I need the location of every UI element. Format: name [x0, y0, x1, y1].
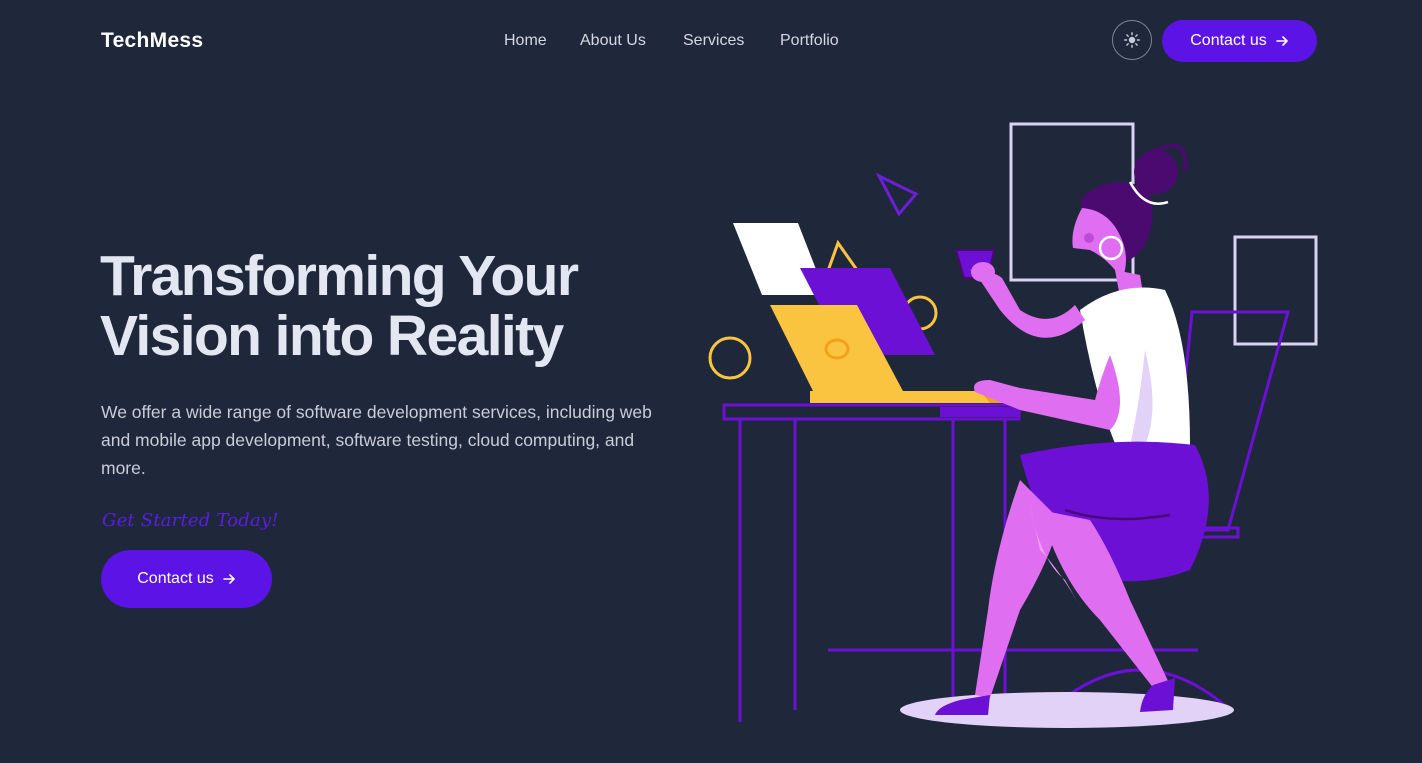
- triangle-outline: [875, 172, 919, 217]
- nav-portfolio[interactable]: Portfolio: [780, 31, 839, 51]
- nav-services[interactable]: Services: [683, 31, 744, 51]
- header-contact-button[interactable]: Contact us: [1162, 20, 1317, 62]
- brand-logo[interactable]: TechMess: [101, 29, 203, 53]
- arrow-right-icon: [222, 572, 236, 586]
- hero-description: We offer a wide range of software develo…: [101, 402, 652, 478]
- nav-about-us[interactable]: About Us: [580, 31, 646, 51]
- nav-home[interactable]: Home: [504, 31, 547, 51]
- arrow-right-icon: [1275, 34, 1289, 48]
- hero-title: Transforming Your Vision into Reality: [100, 246, 660, 366]
- hero-tagline: Get Started Today!: [102, 510, 279, 531]
- header-contact-label: Contact us: [1190, 32, 1267, 49]
- hero-title-line-2: Vision into Reality: [100, 304, 564, 368]
- hero-illustration: [690, 110, 1340, 740]
- hero-title-line-1: Transforming Your: [100, 244, 579, 308]
- hero-contact-button[interactable]: Contact us: [101, 550, 272, 608]
- hero-contact-label: Contact us: [137, 570, 214, 587]
- circle-yellow-left: [708, 336, 752, 380]
- picture-frame-small: [1233, 235, 1318, 346]
- sun-icon: [1124, 32, 1140, 48]
- page: TechMess Home About Us Services Portfoli…: [0, 0, 1422, 763]
- theme-toggle-button[interactable]: [1112, 20, 1152, 60]
